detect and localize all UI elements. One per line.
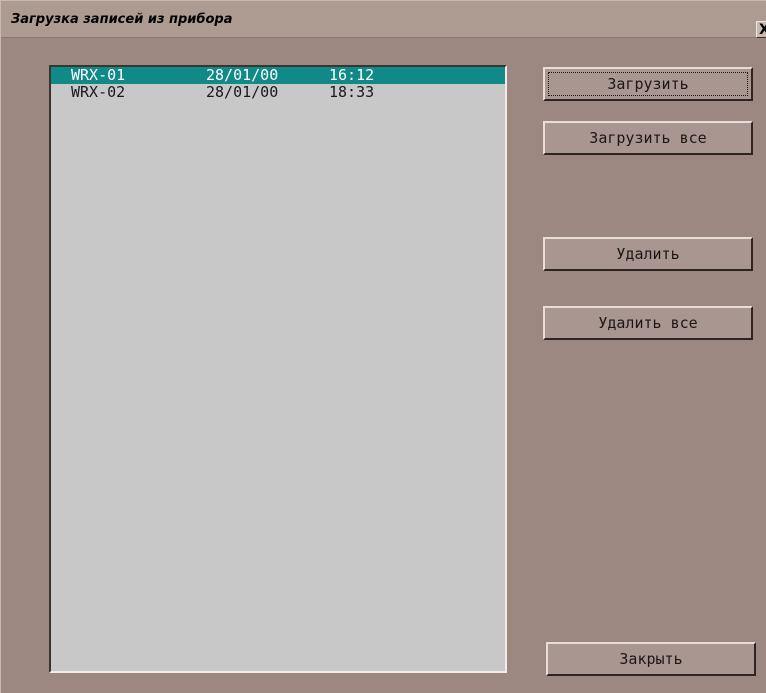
record-name: WRX-01 (71, 66, 126, 84)
delete-all-button[interactable]: Удалить все (543, 306, 753, 340)
close-button[interactable]: Закрыть (546, 642, 756, 676)
close-window-button[interactable]: X (756, 21, 766, 38)
title-bar[interactable]: Загрузка записей из прибора X (1, 1, 766, 38)
load-button[interactable]: Загрузить (543, 67, 753, 101)
record-date: 28/01/00 (206, 83, 279, 101)
dialog-title: Загрузка записей из прибора (11, 12, 233, 27)
delete-button[interactable]: Удалить (543, 237, 753, 271)
list-item[interactable]: WRX-01 28/01/00 16:12 (51, 67, 505, 84)
load-records-dialog: Загрузка записей из прибора X WRX-01 28/… (0, 0, 766, 693)
record-time: 16:12 (329, 66, 375, 84)
load-all-button[interactable]: Загрузить все (543, 121, 753, 155)
record-name: WRX-02 (71, 83, 126, 101)
record-time: 18:33 (329, 83, 375, 101)
records-listbox[interactable]: WRX-01 28/01/00 16:12 WRX-02 28/01/00 18… (49, 65, 507, 673)
list-item[interactable]: WRX-02 28/01/00 18:33 (51, 84, 505, 101)
record-date: 28/01/00 (206, 66, 279, 84)
